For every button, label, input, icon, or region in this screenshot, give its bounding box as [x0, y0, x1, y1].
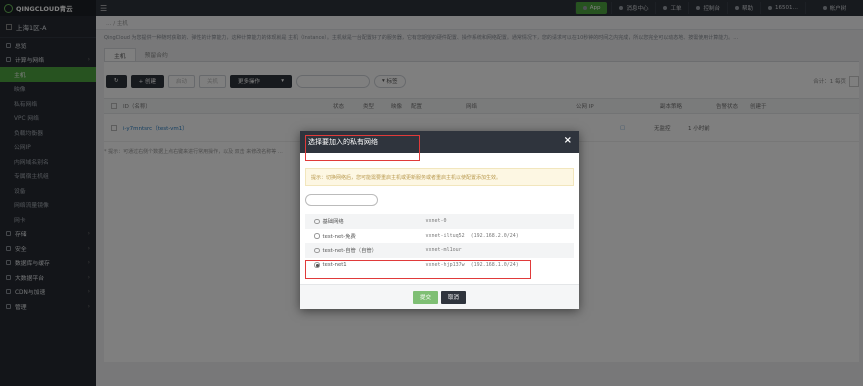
network-id: vxnet-hjp137w	[425, 261, 465, 268]
submit-button[interactable]: 提交	[412, 290, 438, 304]
network-option[interactable]: test-net-自管（自管） vxnet-ml1our	[305, 243, 574, 258]
network-name: test-net1	[322, 261, 347, 268]
network-radio[interactable]	[314, 247, 320, 253]
network-cidr: (192.168.2.0/24)	[470, 232, 519, 239]
dialog-footer: 提交 取消	[300, 284, 579, 309]
network-id: vxnet-iltuq52	[425, 232, 465, 239]
network-option[interactable]: test-net1 vxnet-hjp137w (192.168.1.0/24)	[305, 258, 574, 273]
dialog-tip: 提示：切换网络后，您可能需要重启主机或更新服务或者重启主机以使配置添加生效。	[305, 168, 574, 186]
network-option[interactable]: test-net-免费 vxnet-iltuq52 (192.168.2.0/24)	[305, 229, 574, 244]
network-cidr: (192.168.1.0/24)	[470, 261, 519, 268]
close-icon[interactable]: ×	[564, 135, 572, 146]
network-id: vxnet-0	[425, 218, 447, 225]
network-search-input[interactable]	[305, 194, 378, 206]
network-name: test-net-免费	[322, 233, 356, 240]
network-name: 基础网络	[322, 219, 344, 226]
dialog-header: 选择要加入的私有网络 ×	[300, 131, 579, 153]
network-radio[interactable]	[314, 218, 320, 224]
select-network-dialog: 选择要加入的私有网络 × 提示：切换网络后，您可能需要重启主机或更新服务或者重启…	[300, 131, 579, 309]
network-name: test-net-自管（自管）	[322, 248, 377, 255]
network-list: 基础网络 vxnet-0 test-net-免费 vxnet-iltuq52 (192.…	[305, 214, 574, 272]
network-radio[interactable]	[314, 233, 320, 239]
dialog-title: 选择要加入的私有网络	[308, 138, 378, 146]
cancel-button[interactable]: 取消	[441, 290, 467, 304]
network-option[interactable]: 基础网络 vxnet-0	[305, 214, 574, 229]
network-id: vxnet-ml1our	[425, 247, 462, 254]
network-radio[interactable]	[314, 262, 320, 268]
